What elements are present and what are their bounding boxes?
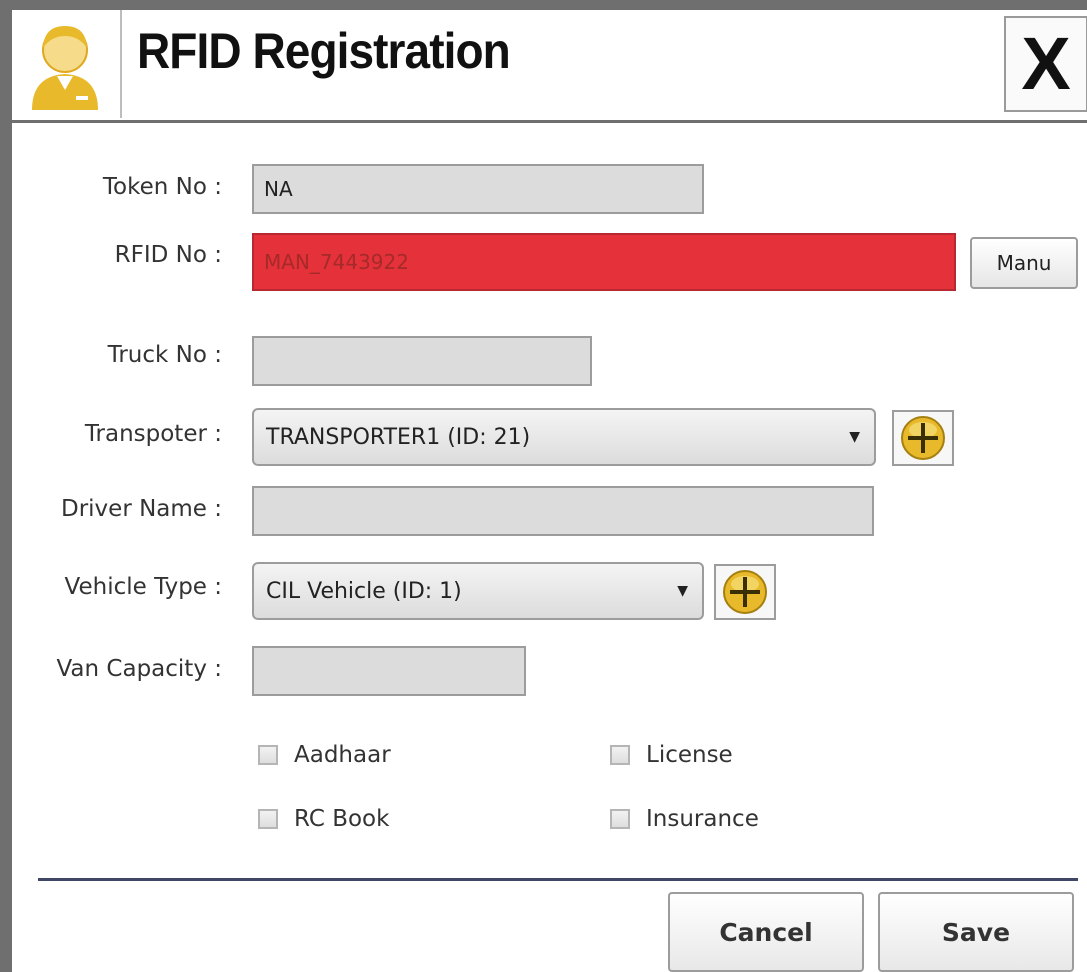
rc-book-checkbox[interactable]: RC Book xyxy=(258,806,389,832)
save-button[interactable]: Save xyxy=(878,892,1074,972)
transporter-selected: TRANSPORTER1 (ID: 21) xyxy=(266,424,531,450)
aadhaar-checkbox[interactable]: Aadhaar xyxy=(258,742,391,768)
van-capacity-label: Van Capacity : xyxy=(56,656,222,682)
user-avatar-icon xyxy=(32,26,98,110)
chevron-down-icon: ▼ xyxy=(849,429,860,445)
aadhaar-label: Aadhaar xyxy=(294,742,391,768)
divider xyxy=(38,878,1078,881)
truck-no-field[interactable] xyxy=(252,336,592,386)
token-no-field[interactable]: NA xyxy=(252,164,704,214)
rfid-registration-window: RFID Registration X Token No : NA RFID N… xyxy=(0,0,1087,972)
title-bar: RFID Registration X xyxy=(12,10,1087,123)
license-label: License xyxy=(646,742,733,768)
chevron-down-icon: ▼ xyxy=(677,583,688,599)
checkbox-box[interactable] xyxy=(610,745,630,765)
truck-no-label: Truck No : xyxy=(107,342,222,368)
checkbox-box[interactable] xyxy=(258,745,278,765)
rfid-no-label: RFID No : xyxy=(114,242,222,268)
checkbox-box[interactable] xyxy=(258,809,278,829)
close-icon: X xyxy=(1021,22,1071,105)
add-circle-icon xyxy=(901,416,945,460)
driver-name-field[interactable] xyxy=(252,486,874,536)
license-checkbox[interactable]: License xyxy=(610,742,733,768)
checkbox-box[interactable] xyxy=(610,809,630,829)
rc-book-label: RC Book xyxy=(294,806,390,832)
avatar xyxy=(12,10,122,118)
driver-name-label: Driver Name : xyxy=(61,496,222,522)
manual-button[interactable]: Manu xyxy=(970,237,1078,289)
van-capacity-field[interactable] xyxy=(252,646,526,696)
cancel-button[interactable]: Cancel xyxy=(668,892,864,972)
add-circle-icon xyxy=(723,570,767,614)
close-button[interactable]: X xyxy=(1004,16,1087,112)
insurance-label: Insurance xyxy=(646,806,759,832)
token-no-label: Token No : xyxy=(102,174,222,200)
insurance-checkbox[interactable]: Insurance xyxy=(610,806,759,832)
add-transporter-button[interactable] xyxy=(892,410,954,466)
vehicle-type-selected: CIL Vehicle (ID: 1) xyxy=(266,578,462,604)
rfid-no-field[interactable]: MAN_7443922 xyxy=(252,233,956,291)
transporter-label: Transpoter : xyxy=(84,421,222,447)
vehicle-type-select[interactable]: CIL Vehicle (ID: 1) ▼ xyxy=(252,562,704,620)
add-vehicle-type-button[interactable] xyxy=(714,564,776,620)
vehicle-type-label: Vehicle Type : xyxy=(64,574,222,600)
transporter-select[interactable]: TRANSPORTER1 (ID: 21) ▼ xyxy=(252,408,876,466)
window-title: RFID Registration xyxy=(137,23,511,79)
